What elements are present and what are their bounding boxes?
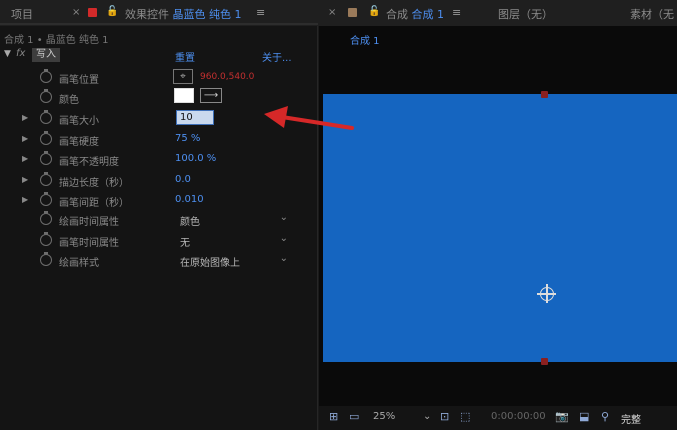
prop-row-brush-opacity: ▶ 画笔不透明度 100.0 % [0, 150, 318, 170]
flowchart-icon[interactable]: ⚲ [601, 410, 609, 423]
chevron-down-icon[interactable]: ⌄ [423, 411, 431, 422]
tab-layer[interactable]: 图层（无） [498, 6, 553, 22]
viewer-bottom-toolbar: ⊞ ▭ 25% ⌄ ⊡ ⬚ 0:00:00:00 📷 ⬓ ⚲ 完整 [319, 406, 677, 430]
prop-row-brush-position: 画笔位置 ⌖ 960.0,540.0 [0, 68, 318, 88]
tab-project[interactable]: 项目 [11, 6, 33, 22]
solid-layer-icon [88, 8, 97, 17]
composition-canvas[interactable] [323, 91, 677, 365]
eyedropper-icon[interactable]: ⟶ [200, 88, 222, 103]
prop-label: 画笔大小 [59, 116, 99, 127]
brush-size-input[interactable]: 10 [176, 110, 214, 125]
layer-handle-bottom[interactable] [541, 358, 548, 365]
menu-icon[interactable]: ≡ [452, 6, 461, 19]
tab-footage[interactable]: 素材（无 [630, 6, 674, 22]
expand-arrow-icon[interactable]: ▶ [22, 154, 28, 163]
collapse-triangle-icon[interactable]: ▼ [4, 49, 11, 59]
camera-icon[interactable]: 📷 [555, 410, 569, 423]
prop-label: 画笔不透明度 [59, 157, 119, 168]
tab-composition-label: 合成 [386, 8, 408, 21]
stopwatch-icon[interactable] [40, 69, 52, 83]
prop-row-color: 颜色 ⟶ [0, 88, 318, 108]
tab-composition[interactable]: 合成 合成 1 [386, 6, 444, 22]
stopwatch-icon[interactable] [40, 110, 52, 124]
lock-icon[interactable]: 🔓 [368, 6, 380, 17]
tab-effect-controls-label: 效果控件 [125, 8, 169, 21]
prop-row-brush-size: ▶ 画笔大小 10 [0, 109, 318, 129]
stopwatch-icon[interactable] [40, 211, 52, 225]
stopwatch-icon[interactable] [40, 192, 52, 206]
stopwatch-icon[interactable] [40, 232, 52, 246]
region-icon[interactable]: ⊡ [440, 410, 449, 423]
grid-toggle-icon[interactable]: ⊞ [329, 410, 338, 423]
prop-value[interactable]: 100.0 % [175, 153, 216, 164]
stopwatch-icon[interactable] [40, 89, 52, 103]
prop-value[interactable]: 0.0 [175, 174, 191, 185]
expand-arrow-icon[interactable]: ▶ [22, 195, 28, 204]
crosshair-icon[interactable]: ⌖ [173, 69, 193, 84]
chevron-down-icon: ⌄ [279, 212, 288, 223]
prop-label: 绘画时间属性 [59, 217, 119, 228]
stopwatch-icon[interactable] [40, 131, 52, 145]
brush-time-props-dropdown[interactable]: 无 ⌄ [180, 233, 292, 249]
tab-effect-controls-layer: 晶蓝色 纯色 1 [172, 8, 242, 21]
reset-button[interactable]: 重置 [175, 49, 195, 64]
monitor-icon[interactable]: ▭ [349, 410, 359, 423]
prop-value-brush-position[interactable]: 960.0,540.0 [200, 72, 254, 82]
layer-handle-top[interactable] [541, 91, 548, 98]
paint-style-dropdown[interactable]: 在原始图像上 ⌄ [180, 253, 292, 269]
stopwatch-icon[interactable] [40, 252, 52, 266]
expand-arrow-icon[interactable]: ▶ [22, 175, 28, 184]
stopwatch-icon[interactable] [40, 172, 52, 186]
menu-icon[interactable]: ≡ [256, 6, 265, 19]
prop-row-brush-spacing: ▶ 画笔间距（秒） 0.010 [0, 191, 318, 211]
close-icon[interactable]: × [328, 7, 336, 18]
dropdown-value: 无 [180, 238, 190, 249]
prop-value[interactable]: 0.010 [175, 194, 204, 205]
close-icon[interactable]: × [72, 7, 80, 18]
dropdown-value: 颜色 [180, 217, 200, 228]
effect-name[interactable]: 写入 [32, 48, 60, 62]
anchor-point-icon[interactable] [537, 284, 556, 303]
prop-row-brush-time-props: 画笔时间属性 无 ⌄ [0, 231, 318, 251]
prop-label: 画笔位置 [59, 75, 99, 86]
prop-label: 画笔硬度 [59, 137, 99, 148]
prop-row-brush-hardness: ▶ 画笔硬度 75 % [0, 130, 318, 150]
prop-label: 绘画样式 [59, 258, 99, 269]
paint-time-props-dropdown[interactable]: 颜色 ⌄ [180, 212, 292, 228]
prop-label: 画笔间距（秒） [59, 198, 129, 209]
chevron-down-icon: ⌄ [279, 233, 288, 244]
panel-tab-bar: 项目 × 🔓 效果控件 晶蓝色 纯色 1 ≡ × 🔓 合成 合成 1 ≡ 图层（… [0, 0, 677, 26]
expand-arrow-icon[interactable]: ▶ [22, 134, 28, 143]
composition-viewer-panel: 合成 1 ⊞ ▭ 25% ⌄ ⊡ ⬚ 0:00:00:00 📷 ⬓ ⚲ 完整 [319, 26, 677, 430]
timecode[interactable]: 0:00:00:00 [491, 411, 546, 422]
stopwatch-icon[interactable] [40, 151, 52, 165]
chevron-down-icon: ⌄ [279, 253, 288, 264]
fx-toggle-icon[interactable]: fx [16, 48, 25, 59]
about-button[interactable]: 关于... [262, 49, 292, 64]
tab-divider [0, 23, 318, 25]
dropdown-value: 在原始图像上 [180, 258, 240, 269]
transparency-grid-icon[interactable]: ⬚ [460, 410, 470, 423]
prop-row-stroke-length: ▶ 描边长度（秒） 0.0 [0, 171, 318, 191]
effect-controls-panel: 合成 1 • 晶蓝色 纯色 1 ▼ fx 写入 重置 关于... 画笔位置 ⌖ … [0, 26, 318, 430]
prop-label: 描边长度（秒） [59, 178, 129, 189]
prop-row-paint-time-props: 绘画时间属性 颜色 ⌄ [0, 210, 318, 230]
prop-row-paint-style: 绘画样式 在原始图像上 ⌄ [0, 251, 318, 271]
composition-sub-tab[interactable]: 合成 1 [350, 32, 380, 47]
tab-composition-name: 合成 1 [411, 8, 445, 21]
lock-icon[interactable]: 🔓 [106, 6, 118, 17]
color-swatch[interactable] [174, 88, 194, 103]
resolution-dropdown[interactable]: 完整 [621, 411, 641, 426]
zoom-level[interactable]: 25% [373, 411, 395, 422]
prop-label: 画笔时间属性 [59, 238, 119, 249]
prop-value[interactable]: 75 % [175, 133, 200, 144]
composition-icon [348, 8, 357, 17]
prop-label: 颜色 [59, 95, 79, 106]
effect-breadcrumb: 合成 1 • 晶蓝色 纯色 1 [4, 35, 109, 46]
tab-effect-controls[interactable]: 效果控件 晶蓝色 纯色 1 [125, 6, 242, 22]
color-channel-icon[interactable]: ⬓ [579, 410, 589, 423]
effect-header: ▼ fx 写入 重置 关于... [0, 48, 318, 64]
expand-arrow-icon[interactable]: ▶ [22, 113, 28, 122]
